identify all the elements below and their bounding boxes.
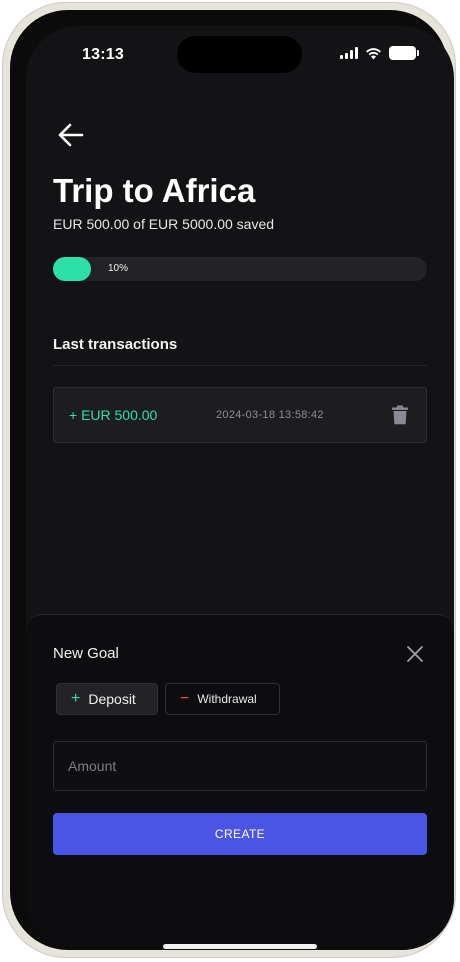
home-indicator [163, 944, 317, 949]
sheet-title: New Goal [53, 645, 119, 662]
goal-progress-label: 10% [108, 263, 129, 274]
minus-icon: − [180, 690, 190, 707]
transaction-amount: + EUR 500.00 [69, 407, 158, 423]
transaction-date: 2024-03-18 13:58:42 [216, 409, 324, 421]
close-icon[interactable] [406, 645, 424, 663]
withdrawal-label: Withdrawal [197, 692, 257, 706]
goal-progress-fill [53, 257, 91, 281]
trash-icon[interactable] [391, 405, 409, 425]
app-screen: 13:13 Trip to Africa EUR 500.00 of EUR 5… [26, 26, 454, 950]
goal-saved-summary: EUR 500.00 of EUR 5000.00 saved [53, 216, 275, 232]
wifi-icon [366, 47, 381, 59]
battery-icon [389, 46, 419, 60]
transaction-row: + EUR 500.00 2024-03-18 13:58:42 [53, 387, 427, 443]
create-button[interactable]: CREATE [53, 813, 427, 855]
section-divider [53, 365, 427, 366]
deposit-label: Deposit [88, 691, 136, 707]
status-time: 13:13 [82, 46, 124, 63]
plus-icon: + [71, 690, 81, 707]
status-icons [340, 46, 419, 60]
goal-progress-bar: 10% [53, 257, 427, 281]
goal-title: Trip to Africa [53, 172, 256, 209]
phone-bezel: 13:13 Trip to Africa EUR 500.00 of EUR 5… [10, 10, 454, 950]
new-transaction-sheet: New Goal + Deposit − Withdrawal CREATE [26, 614, 454, 950]
deposit-button[interactable]: + Deposit [56, 683, 158, 715]
transactions-heading: Last transactions [53, 336, 178, 353]
phone-frame: 13:13 Trip to Africa EUR 500.00 of EUR 5… [2, 2, 456, 958]
cellular-signal-icon [340, 47, 358, 59]
dynamic-island [177, 36, 302, 73]
withdrawal-button[interactable]: − Withdrawal [165, 683, 280, 715]
amount-input[interactable] [53, 741, 427, 791]
back-arrow-icon[interactable] [56, 120, 86, 150]
